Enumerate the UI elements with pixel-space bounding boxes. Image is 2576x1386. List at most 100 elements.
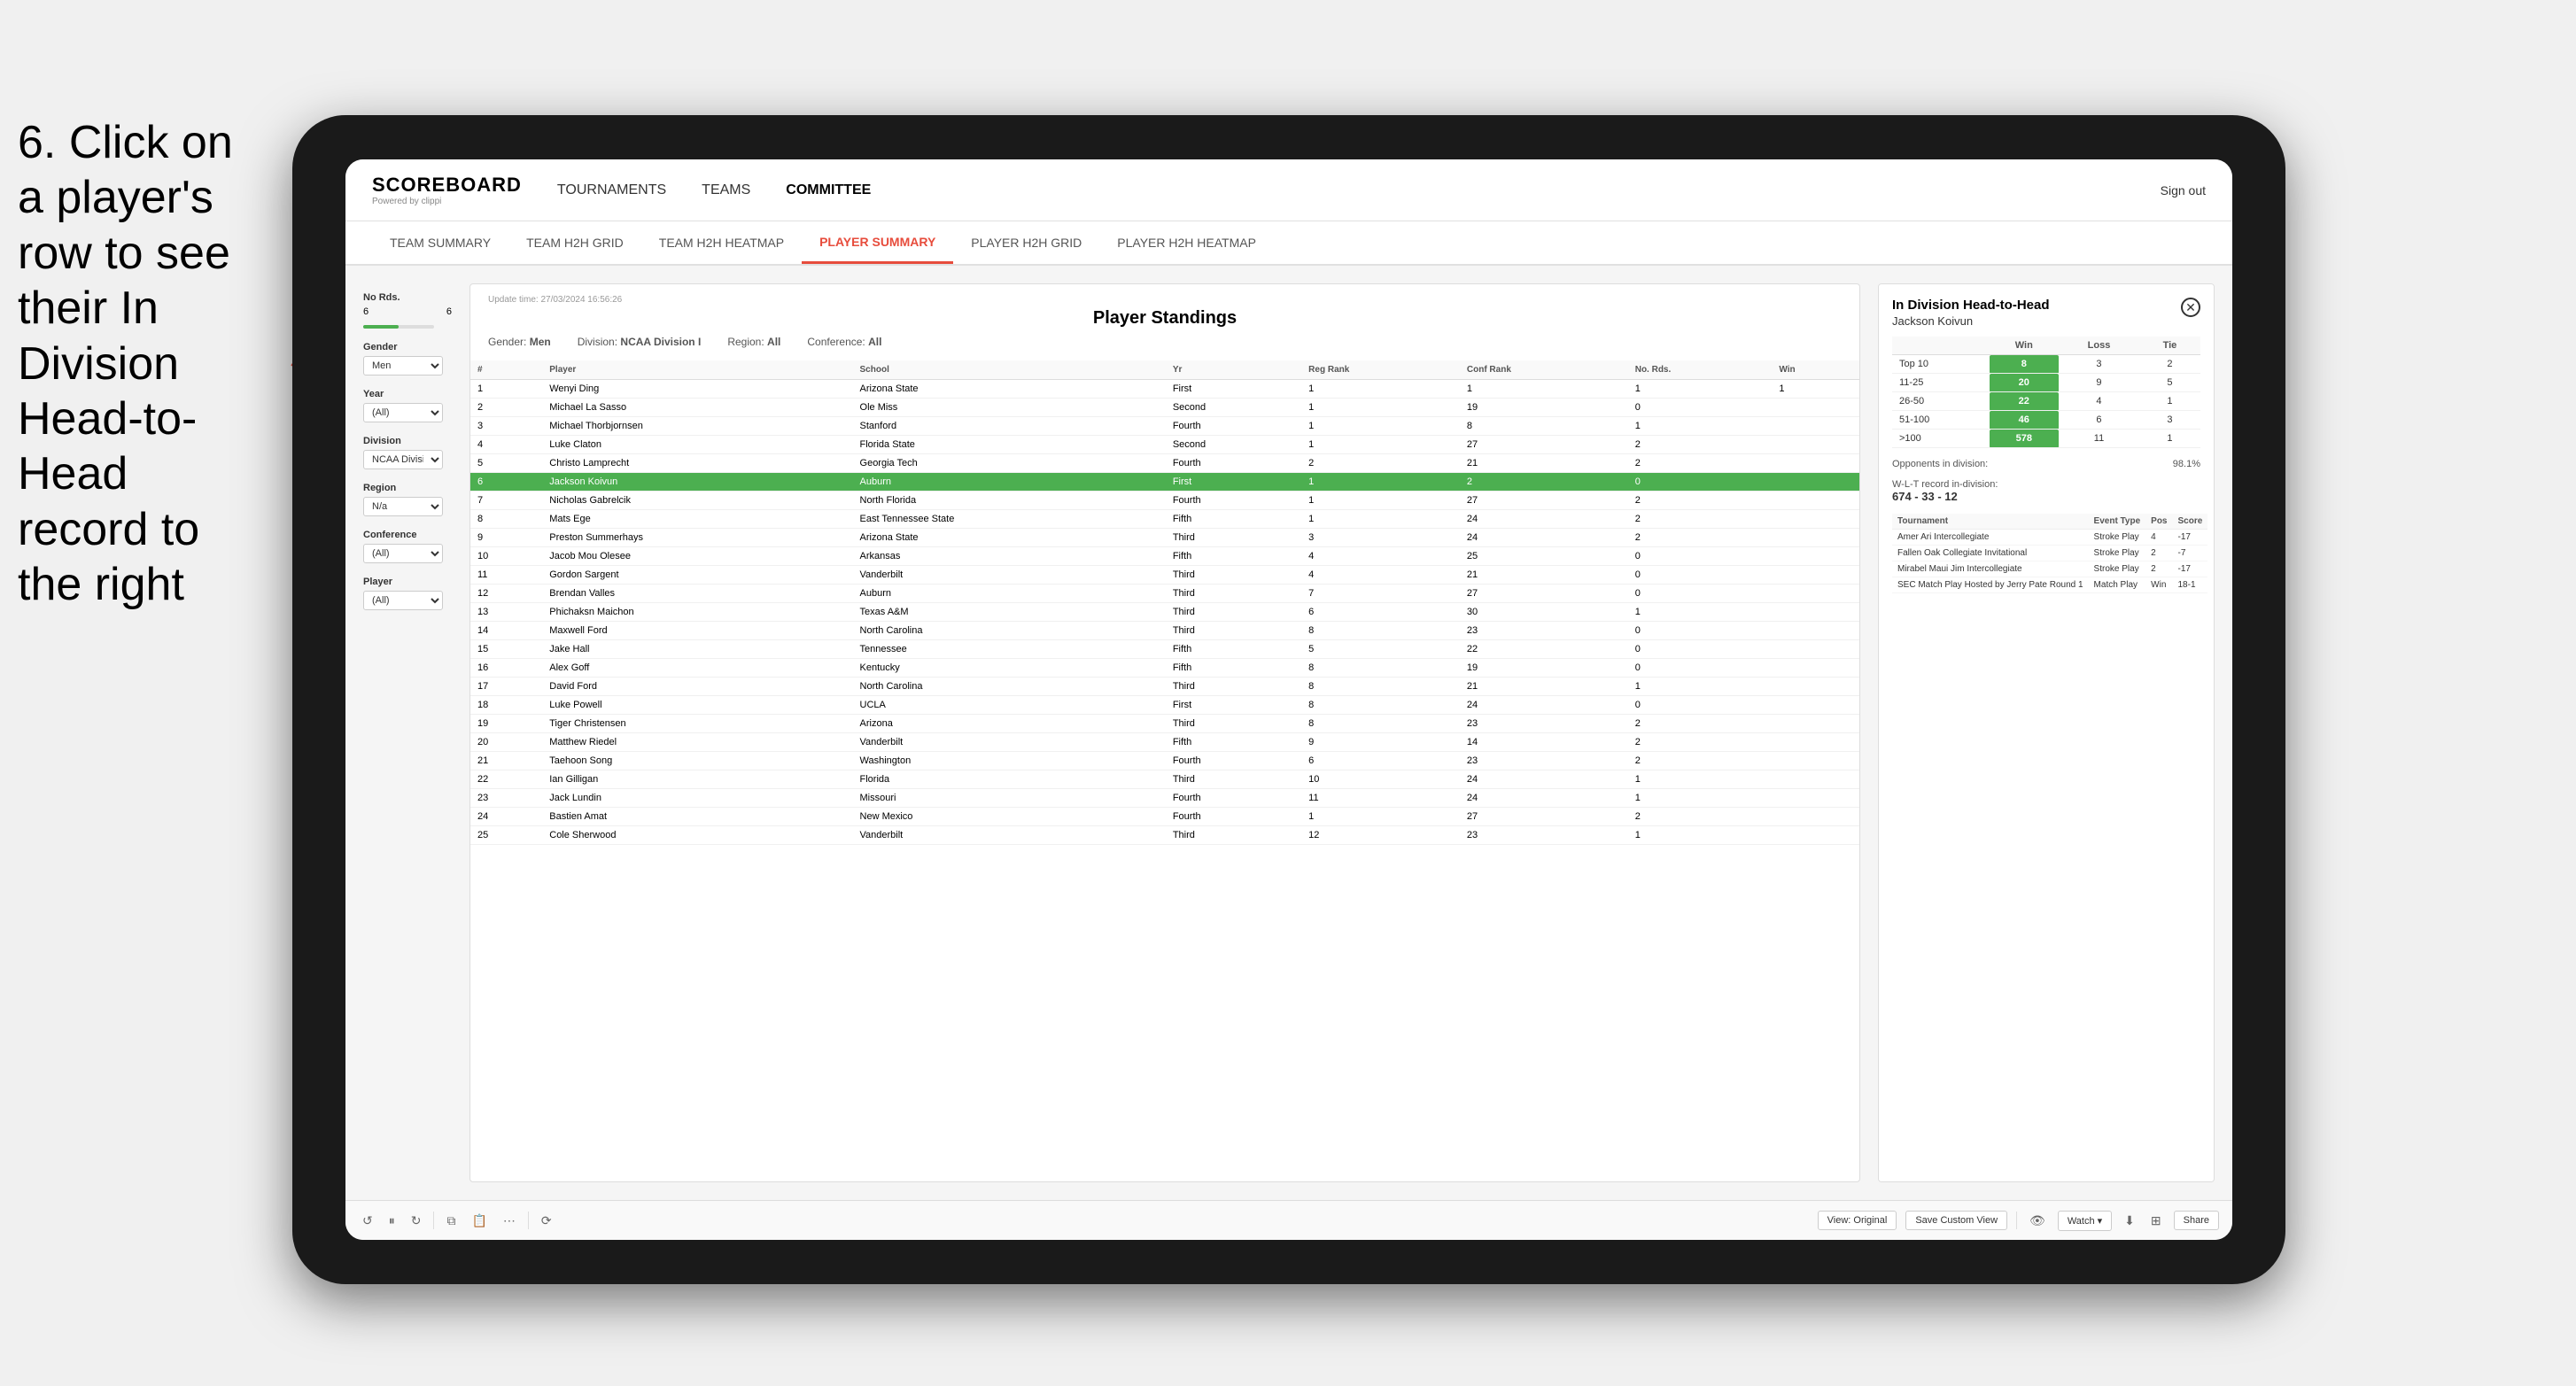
table-row[interactable]: 14 Maxwell Ford North Carolina Third 8 2… xyxy=(470,622,1859,640)
table-row[interactable]: 16 Alex Goff Kentucky Fifth 8 19 0 xyxy=(470,659,1859,678)
table-row[interactable]: 7 Nicholas Gabrelcik North Florida Fourt… xyxy=(470,492,1859,510)
toolbar-divider-2 xyxy=(528,1212,529,1229)
share-button[interactable]: Share xyxy=(2174,1211,2219,1230)
table-row[interactable]: 18 Luke Powell UCLA First 8 24 0 xyxy=(470,696,1859,715)
nav-tournaments[interactable]: TOURNAMENTS xyxy=(557,178,666,203)
conference-select[interactable]: (All) xyxy=(363,544,443,563)
cell-win xyxy=(1772,826,1859,845)
conference-filter: Conference (All) xyxy=(363,530,452,563)
cell-player: David Ford xyxy=(542,678,852,696)
undo-icon[interactable]: ↺ xyxy=(359,1213,376,1228)
table-row[interactable]: 4 Luke Claton Florida State Second 1 27 … xyxy=(470,436,1859,454)
cell-win xyxy=(1772,715,1859,733)
table-row[interactable]: 22 Ian Gilligan Florida Third 10 24 1 xyxy=(470,770,1859,789)
tablet-frame: SCOREBOARD Powered by clippi TOURNAMENTS… xyxy=(292,115,2285,1284)
t-cell-pos: 2 xyxy=(2145,546,2172,561)
tournament-table: Tournament Event Type Pos Score Amer Ari… xyxy=(1892,514,2207,593)
sub-nav-team-summary[interactable]: TEAM SUMMARY xyxy=(372,221,508,264)
cell-player: Gordon Sargent xyxy=(542,566,852,585)
region-select[interactable]: N/a xyxy=(363,497,443,516)
cell-school: Vanderbilt xyxy=(853,733,1166,752)
gender-select[interactable]: Men xyxy=(363,356,443,376)
refresh-icon[interactable]: ⟳ xyxy=(538,1213,555,1228)
division-select[interactable]: NCAA Division I xyxy=(363,450,443,469)
table-row[interactable]: 23 Jack Lundin Missouri Fourth 11 24 1 xyxy=(470,789,1859,808)
t-cell-name: Amer Ari Intercollegiate xyxy=(1892,530,2089,546)
cell-num: 6 xyxy=(470,473,542,492)
table-row[interactable]: 8 Mats Ege East Tennessee State Fifth 1 … xyxy=(470,510,1859,529)
cell-win xyxy=(1772,566,1859,585)
cell-conf: 27 xyxy=(1460,808,1628,826)
region-filter: Region N/a xyxy=(363,483,452,516)
cell-win xyxy=(1772,399,1859,417)
standings-table: # Player School Yr Reg Rank Conf Rank No… xyxy=(470,360,1859,845)
h2h-loss-cell: 11 xyxy=(2059,430,2139,448)
table-row[interactable]: 3 Michael Thorbjornsen Stanford Fourth 1… xyxy=(470,417,1859,436)
download-icon[interactable]: ⬇ xyxy=(2121,1213,2138,1228)
cell-conf: 21 xyxy=(1460,566,1628,585)
sub-nav-team-h2h-heatmap[interactable]: TEAM H2H HEATMAP xyxy=(641,221,802,264)
table-row[interactable]: 20 Matthew Riedel Vanderbilt Fifth 9 14 … xyxy=(470,733,1859,752)
cell-rds: 0 xyxy=(1628,399,1773,417)
table-row[interactable]: 25 Cole Sherwood Vanderbilt Third 12 23 … xyxy=(470,826,1859,845)
t-cell-pos: 4 xyxy=(2145,530,2172,546)
player-select[interactable]: (All) xyxy=(363,591,443,610)
sub-nav-player-summary[interactable]: PLAYER SUMMARY xyxy=(802,221,953,264)
h2h-loss-cell: 6 xyxy=(2059,411,2139,430)
table-row[interactable]: 1 Wenyi Ding Arizona State First 1 1 1 1 xyxy=(470,380,1859,399)
view-original-button[interactable]: View: Original xyxy=(1818,1211,1897,1230)
tournament-row: Amer Ari Intercollegiate Stroke Play 4 -… xyxy=(1892,530,2207,546)
table-row[interactable]: 10 Jacob Mou Olesee Arkansas Fifth 4 25 … xyxy=(470,547,1859,566)
t-cell-type: Match Play xyxy=(2089,577,2146,593)
cell-rds: 1 xyxy=(1628,770,1773,789)
h2h-col-win: Win xyxy=(1990,337,2060,355)
cell-conf: 19 xyxy=(1460,659,1628,678)
cell-yr: Third xyxy=(1166,826,1301,845)
table-row[interactable]: 6 Jackson Koivun Auburn First 1 2 0 xyxy=(470,473,1859,492)
sign-out-button[interactable]: Sign out xyxy=(2161,183,2206,197)
table-row[interactable]: 5 Christo Lamprecht Georgia Tech Fourth … xyxy=(470,454,1859,473)
opponents-pct: 98.1% xyxy=(2173,459,2200,469)
sub-nav-team-h2h-grid[interactable]: TEAM H2H GRID xyxy=(508,221,641,264)
pause-icon[interactable]: ⏸ xyxy=(385,1213,399,1228)
copy-icon[interactable]: ⧉ xyxy=(443,1213,459,1228)
nav-teams[interactable]: TEAMS xyxy=(702,178,750,203)
table-row[interactable]: 21 Taehoon Song Washington Fourth 6 23 2 xyxy=(470,752,1859,770)
table-row[interactable]: 19 Tiger Christensen Arizona Third 8 23 … xyxy=(470,715,1859,733)
no-rds-slider[interactable] xyxy=(363,325,434,329)
paste-icon[interactable]: 📋 xyxy=(468,1213,490,1228)
cell-school: Arizona xyxy=(853,715,1166,733)
nav-committee[interactable]: COMMITTEE xyxy=(786,178,871,203)
sub-nav-player-h2h-heatmap[interactable]: PLAYER H2H HEATMAP xyxy=(1099,221,1274,264)
cell-yr: Fourth xyxy=(1166,808,1301,826)
table-row[interactable]: 17 David Ford North Carolina Third 8 21 … xyxy=(470,678,1859,696)
h2h-row: 11-25 20 9 5 xyxy=(1892,374,2200,392)
table-row[interactable]: 24 Bastien Amat New Mexico Fourth 1 27 2 xyxy=(470,808,1859,826)
player-filter: Player (All) xyxy=(363,577,452,610)
cell-yr: Fifth xyxy=(1166,733,1301,752)
cell-conf: 2 xyxy=(1460,473,1628,492)
cell-win xyxy=(1772,659,1859,678)
cell-conf: 27 xyxy=(1460,492,1628,510)
year-select[interactable]: (All) xyxy=(363,403,443,422)
table-row[interactable]: 9 Preston Summerhays Arizona State Third… xyxy=(470,529,1859,547)
sub-nav-player-h2h-grid[interactable]: PLAYER H2H GRID xyxy=(953,221,1099,264)
redo-icon[interactable]: ↻ xyxy=(407,1213,425,1228)
col-yr: Yr xyxy=(1166,360,1301,380)
table-row[interactable]: 15 Jake Hall Tennessee Fifth 5 22 0 xyxy=(470,640,1859,659)
gender-filter-label: Gender: Men xyxy=(488,336,551,348)
watch-button[interactable]: Watch ▾ xyxy=(2058,1211,2112,1231)
cell-num: 11 xyxy=(470,566,542,585)
save-custom-button[interactable]: Save Custom View xyxy=(1905,1211,2007,1230)
more-icon[interactable]: ⋯ xyxy=(500,1213,519,1228)
cell-player: Cole Sherwood xyxy=(542,826,852,845)
table-row[interactable]: 2 Michael La Sasso Ole Miss Second 1 19 … xyxy=(470,399,1859,417)
table-row[interactable]: 12 Brendan Valles Auburn Third 7 27 0 xyxy=(470,585,1859,603)
table-row[interactable]: 11 Gordon Sargent Vanderbilt Third 4 21 … xyxy=(470,566,1859,585)
grid-icon[interactable]: ⊞ xyxy=(2147,1213,2165,1228)
cell-conf: 8 xyxy=(1460,417,1628,436)
cell-school: Missouri xyxy=(853,789,1166,808)
tournament-row: Mirabel Maui Jim Intercollegiate Stroke … xyxy=(1892,561,2207,577)
h2h-close-button[interactable]: ✕ xyxy=(2181,298,2200,317)
table-row[interactable]: 13 Phichaksn Maichon Texas A&M Third 6 3… xyxy=(470,603,1859,622)
